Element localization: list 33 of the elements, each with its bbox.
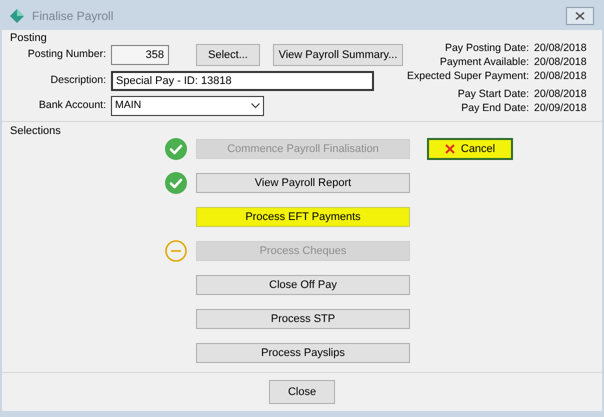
group-title: Selections — [10, 124, 61, 139]
close-icon — [444, 144, 455, 154]
date-value: 20/08/2018 — [534, 87, 588, 101]
close-button[interactable] — [566, 7, 594, 25]
date-label: Pay End Date: — [460, 101, 529, 115]
posting-number-field[interactable]: 358 — [111, 45, 169, 65]
date-label: Payment Available: — [438, 55, 529, 69]
step-button[interactable]: Close Off Pay — [196, 275, 410, 295]
select-button[interactable]: Select... — [196, 44, 260, 66]
date-value: 20/08/2018 — [534, 55, 588, 69]
step-button[interactable]: View Payroll Report — [196, 173, 410, 193]
step-button[interactable]: Process EFT Payments — [196, 207, 410, 227]
date-label: Pay Start Date: — [456, 87, 529, 101]
field-label: Description: — [50, 73, 106, 88]
date-label: Expected Super Payment: — [406, 69, 529, 83]
date-value: 20/08/2018 — [534, 41, 588, 55]
bank-account-dropdown[interactable]: MAIN — [111, 96, 264, 116]
app-icon — [10, 9, 24, 23]
view-summary-button[interactable]: View Payroll Summary... — [273, 44, 403, 66]
date-label: Pay Posting Date: — [444, 41, 529, 55]
field-label: Posting Number: — [26, 47, 106, 62]
date-value: 20/09/2018 — [534, 101, 588, 115]
step-button[interactable]: Process STP — [196, 309, 410, 329]
cancel-button[interactable]: Cancel — [427, 138, 513, 160]
chevron-down-icon — [251, 103, 260, 109]
close-button[interactable]: Close — [269, 380, 335, 404]
step-button[interactable]: Process Payslips — [196, 343, 410, 363]
date-value: 20/08/2018 — [534, 69, 588, 83]
description-field[interactable]: Special Pay - ID: 13818 — [111, 71, 374, 91]
window-title: Finalise Payroll — [32, 8, 114, 25]
field-label: Bank Account: — [38, 98, 106, 114]
close-icon — [575, 12, 585, 20]
group-title: Posting — [10, 31, 47, 46]
